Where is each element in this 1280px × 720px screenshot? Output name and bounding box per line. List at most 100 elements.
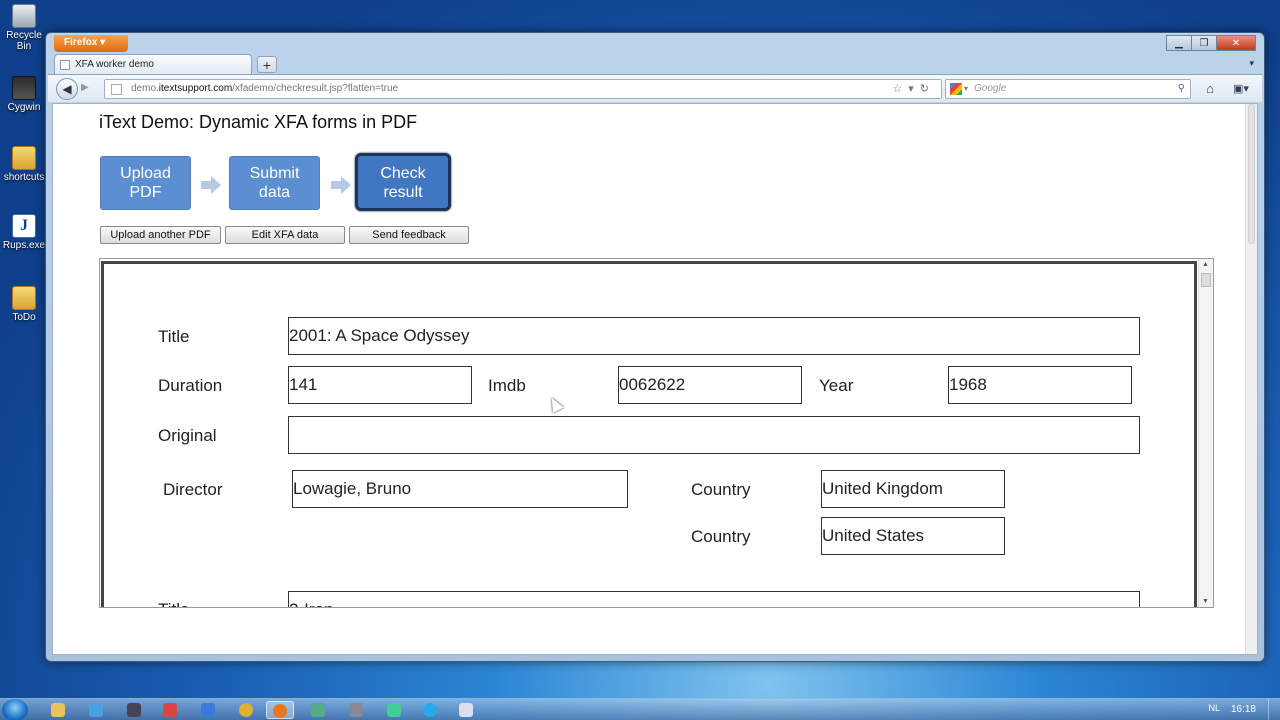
taskbar-app[interactable] (156, 701, 184, 719)
country-label: Country (691, 527, 751, 546)
desktop-icon-label: Recycle Bin (6, 30, 42, 52)
upload-another-pdf-button[interactable]: Upload another PDF (100, 226, 221, 244)
director-label: Director (163, 480, 223, 499)
scroll-up-icon[interactable]: ▲ (1202, 261, 1209, 268)
year-field[interactable]: 1968 (948, 366, 1132, 404)
tab-list-chevron-icon[interactable]: ▾ (1249, 58, 1254, 69)
language-indicator[interactable]: NL (1208, 703, 1220, 713)
taskbar-app[interactable] (304, 701, 332, 719)
edit-xfa-data-button[interactable]: Edit XFA data (225, 226, 345, 244)
step-line: PDF (129, 184, 162, 201)
forward-arrow-icon: ▶ (81, 82, 89, 93)
taskbar-firefox[interactable] (266, 701, 294, 719)
taskbar-app[interactable] (342, 701, 370, 719)
scroll-down-icon[interactable]: ▼ (1202, 598, 1209, 605)
url-bar[interactable]: demo.itextsupport.com/xfademo/checkresul… (104, 79, 942, 99)
desktop-icon-recycle-bin[interactable]: Recycle Bin (0, 4, 48, 52)
original-field[interactable] (288, 416, 1140, 454)
pdf-scroll-thumb[interactable] (1201, 273, 1211, 287)
send-feedback-button[interactable]: Send feedback (349, 226, 469, 244)
country-field[interactable]: United States (821, 517, 1005, 555)
pdf-page: Title 2001: A Space Odyssey Duration 141… (101, 261, 1197, 607)
step-upload-pdf[interactable]: Upload PDF (100, 156, 191, 210)
tab-xfa-worker-demo[interactable]: XFA worker demo (54, 54, 252, 74)
internet-explorer-icon (89, 703, 103, 717)
google-icon[interactable] (950, 83, 962, 95)
duration-field[interactable]: 141 (288, 366, 472, 404)
desktop-icon-rups[interactable]: J Rups.exe (0, 214, 48, 251)
back-arrow-icon: ◀ (62, 82, 72, 96)
folder-icon (12, 286, 36, 310)
site-identity-icon (111, 84, 122, 95)
close-button[interactable]: ✕ (1216, 35, 1256, 51)
firefox-menu-button[interactable]: Firefox ▾ (54, 35, 128, 52)
maximize-button[interactable]: ❐ (1191, 35, 1217, 51)
bookmarks-button[interactable]: ▣▾ (1228, 80, 1254, 98)
taskbar-explorer[interactable] (44, 701, 72, 719)
step-check-result[interactable]: Check result (355, 153, 451, 211)
reload-icon[interactable]: ↻ (920, 83, 935, 95)
new-tab-button[interactable]: + (257, 56, 277, 73)
app-icon (201, 703, 215, 717)
page-scrollbar[interactable] (1245, 104, 1257, 654)
navigation-toolbar: ◀ ▶ demo.itextsupport.com/xfademo/checkr… (48, 74, 1262, 102)
pdf-scrollbar[interactable]: ▲ ▼ (1198, 259, 1213, 607)
step-arrow-icon (201, 176, 221, 194)
history-dropdown-icon[interactable]: ▾ (908, 83, 920, 95)
browser-window: Firefox ▾ ▁ ❐ ✕ XFA worker demo + ▾ ◀ ▶ … (45, 32, 1265, 662)
app-icon (349, 703, 363, 717)
step-line: result (383, 184, 423, 201)
step-line: data (258, 184, 291, 201)
desktop-icon-label: Rups.exe (2, 240, 46, 251)
firefox-menu-label: Firefox (64, 37, 98, 48)
taskbar-app[interactable] (452, 701, 480, 719)
taskbar-chrome[interactable] (232, 701, 260, 719)
imdb-field[interactable]: 0062622 (618, 366, 802, 404)
show-desktop-button[interactable] (1268, 699, 1280, 720)
app-icon (311, 703, 325, 717)
title-field[interactable]: 2001: A Space Odyssey (288, 317, 1140, 355)
search-magnifier-icon[interactable]: ⚲ (1178, 80, 1185, 98)
desktop-icon-cygwin[interactable]: Cygwin (0, 76, 48, 113)
forward-button[interactable]: ▶ (81, 82, 89, 93)
pdf-viewer-frame[interactable]: Title 2001: A Space Odyssey Duration 141… (99, 258, 1214, 608)
desktop-icon-label: ToDo (12, 312, 36, 323)
back-button[interactable]: ◀ (56, 78, 78, 100)
clock[interactable]: 16:18 (1231, 704, 1256, 715)
desktop-icon-todo[interactable]: ToDo (0, 286, 48, 323)
bookmark-star-icon[interactable]: ☆ (892, 83, 908, 95)
taskbar-app[interactable] (380, 701, 408, 719)
step-line: Check (380, 165, 426, 182)
page-favicon-icon (60, 60, 70, 70)
imdb-label: Imdb (488, 376, 526, 395)
taskbar-ie[interactable] (82, 701, 110, 719)
home-icon: ⌂ (1206, 81, 1214, 96)
engine-dropdown-icon[interactable]: ▾ (964, 80, 968, 98)
rups-icon: J (12, 214, 36, 238)
url-domain: itextsupport.com (158, 83, 233, 94)
desktop-icon-shortcuts[interactable]: shortcuts (0, 146, 48, 183)
country-field[interactable]: United Kingdom (821, 470, 1005, 508)
taskbar-skype[interactable] (416, 701, 444, 719)
bookmarks-icon: ▣▾ (1233, 83, 1249, 95)
home-button[interactable]: ⌂ (1198, 80, 1222, 98)
page-title: iText Demo: Dynamic XFA forms in PDF (99, 112, 418, 132)
step-line: Submit (249, 165, 300, 182)
recycle-bin-icon (12, 4, 36, 28)
url-path: /xfademo/checkresult.jsp?flatten=true (232, 83, 399, 94)
taskbar: NL 16:18 (0, 698, 1280, 720)
search-bar[interactable]: ▾ Google ⚲ (945, 79, 1191, 99)
title-field[interactable]: 2-Iron (288, 591, 1140, 607)
folder-icon (12, 146, 36, 170)
year-label: Year (819, 376, 854, 395)
cygwin-icon (12, 76, 36, 100)
minimize-button[interactable]: ▁ (1166, 35, 1192, 51)
firefox-icon (273, 704, 287, 718)
start-button[interactable] (2, 699, 28, 720)
taskbar-app[interactable] (194, 701, 222, 719)
step-submit-data[interactable]: Submit data (229, 156, 320, 210)
director-field[interactable]: Lowagie, Bruno (292, 470, 628, 508)
page-scroll-thumb[interactable] (1248, 104, 1255, 244)
window-controls: ▁ ❐ ✕ (1166, 35, 1256, 51)
taskbar-app[interactable] (120, 701, 148, 719)
